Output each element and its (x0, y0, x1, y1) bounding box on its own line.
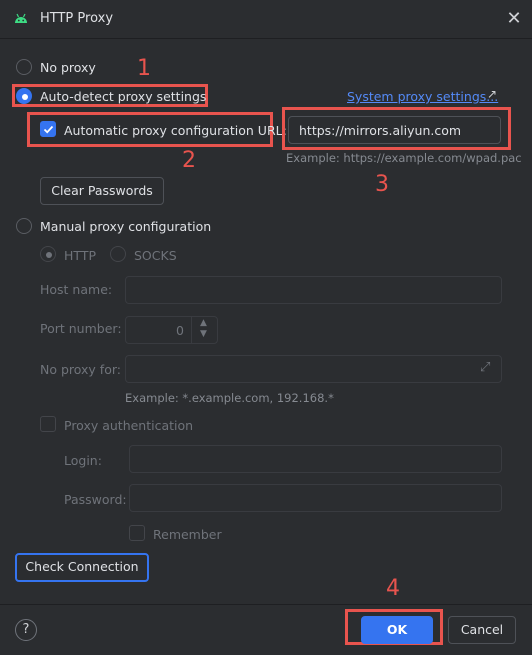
auto-config-url-value: https://mirrors.aliyun.com (299, 123, 462, 138)
android-icon (15, 13, 27, 23)
login-input[interactable] (129, 445, 502, 473)
socks-radio[interactable] (110, 246, 126, 262)
password-input[interactable] (129, 484, 502, 512)
login-label: Login: (64, 453, 102, 468)
no-proxy-for-input[interactable]: ⤢ (125, 355, 502, 383)
auto-config-label: Automatic proxy configuration URL: (64, 123, 287, 138)
host-name-label: Host name: (40, 282, 113, 297)
checkmark-icon (43, 125, 54, 134)
arrow-up-right-icon: ↗ (487, 87, 498, 101)
auto-config-example: Example: https://example.com/wpad.pac (286, 151, 522, 165)
port-number-label: Port number: (40, 321, 122, 336)
stepper-arrows[interactable]: ▲ ▼ (191, 317, 217, 343)
http-label: HTTP (64, 248, 96, 263)
no-proxy-label[interactable]: No proxy (40, 60, 96, 75)
ok-button[interactable]: OK (361, 616, 433, 644)
no-proxy-for-label: No proxy for: (40, 362, 121, 377)
http-radio[interactable] (40, 246, 56, 262)
check-connection-button[interactable]: Check Connection (15, 553, 149, 582)
host-name-input[interactable] (125, 276, 502, 304)
proxy-auth-checkbox[interactable] (40, 416, 56, 432)
proxy-auth-label: Proxy authentication (64, 418, 194, 433)
no-proxy-radio[interactable] (16, 59, 32, 75)
auto-detect-label[interactable]: Auto-detect proxy settings (40, 89, 206, 104)
auto-config-checkbox[interactable] (40, 121, 56, 137)
title-bar: HTTP Proxy ✕ (0, 0, 532, 38)
port-number-value: 0 (176, 323, 184, 338)
clear-passwords-button[interactable]: Clear Passwords (40, 177, 164, 205)
annotation-number-2: 2 (182, 148, 196, 173)
window-title: HTTP Proxy (40, 11, 114, 26)
annotation-number-4: 4 (386, 576, 400, 601)
remember-checkbox[interactable] (129, 525, 145, 541)
annotation-number-1: 1 (137, 56, 151, 81)
help-icon[interactable]: ? (15, 619, 37, 641)
socks-label: SOCKS (134, 248, 177, 263)
expand-icon[interactable]: ⤢ (480, 360, 490, 375)
stepper-up-icon[interactable]: ▲ (200, 318, 207, 328)
remember-label: Remember (153, 527, 222, 542)
port-number-stepper[interactable]: 0 ▲ ▼ (125, 316, 218, 344)
system-proxy-settings-link[interactable]: System proxy settings... (347, 89, 498, 104)
no-proxy-example: Example: *.example.com, 192.168.* (125, 391, 334, 405)
auto-config-url-input[interactable]: https://mirrors.aliyun.com (288, 116, 501, 144)
annotation-number-3: 3 (375, 172, 389, 197)
close-icon[interactable]: ✕ (504, 9, 524, 29)
manual-proxy-label[interactable]: Manual proxy configuration (40, 219, 211, 234)
stepper-down-icon[interactable]: ▼ (200, 329, 207, 339)
auto-detect-radio[interactable] (16, 88, 32, 104)
cancel-button[interactable]: Cancel (448, 616, 516, 644)
manual-proxy-radio[interactable] (16, 218, 32, 234)
password-label: Password: (64, 492, 127, 507)
